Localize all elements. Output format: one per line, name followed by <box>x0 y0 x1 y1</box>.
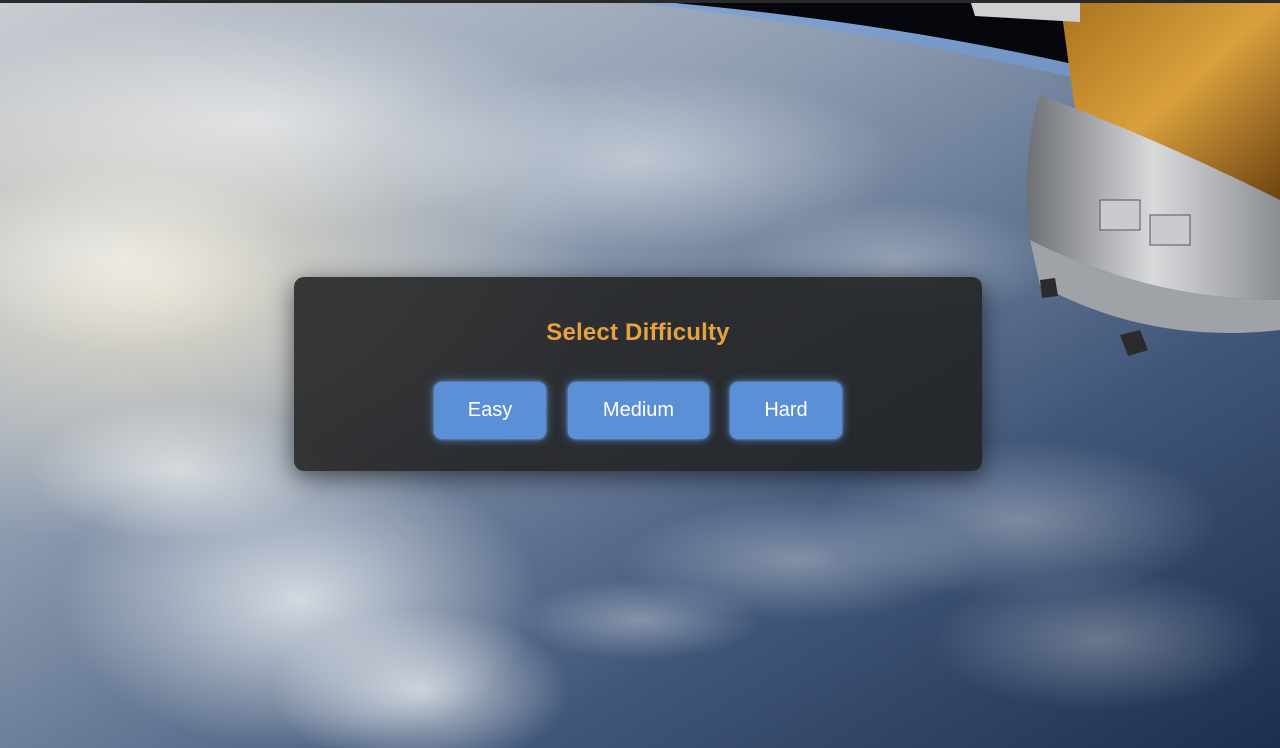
game-screen: Select Difficulty Easy Medium Hard <box>0 0 1280 748</box>
medium-button[interactable]: Medium <box>568 382 709 439</box>
difficulty-dialog: Select Difficulty Easy Medium Hard <box>294 277 982 471</box>
hard-button[interactable]: Hard <box>730 382 842 439</box>
dialog-title: Select Difficulty <box>546 319 730 346</box>
top-edge <box>0 0 1280 3</box>
easy-button[interactable]: Easy <box>434 382 546 439</box>
